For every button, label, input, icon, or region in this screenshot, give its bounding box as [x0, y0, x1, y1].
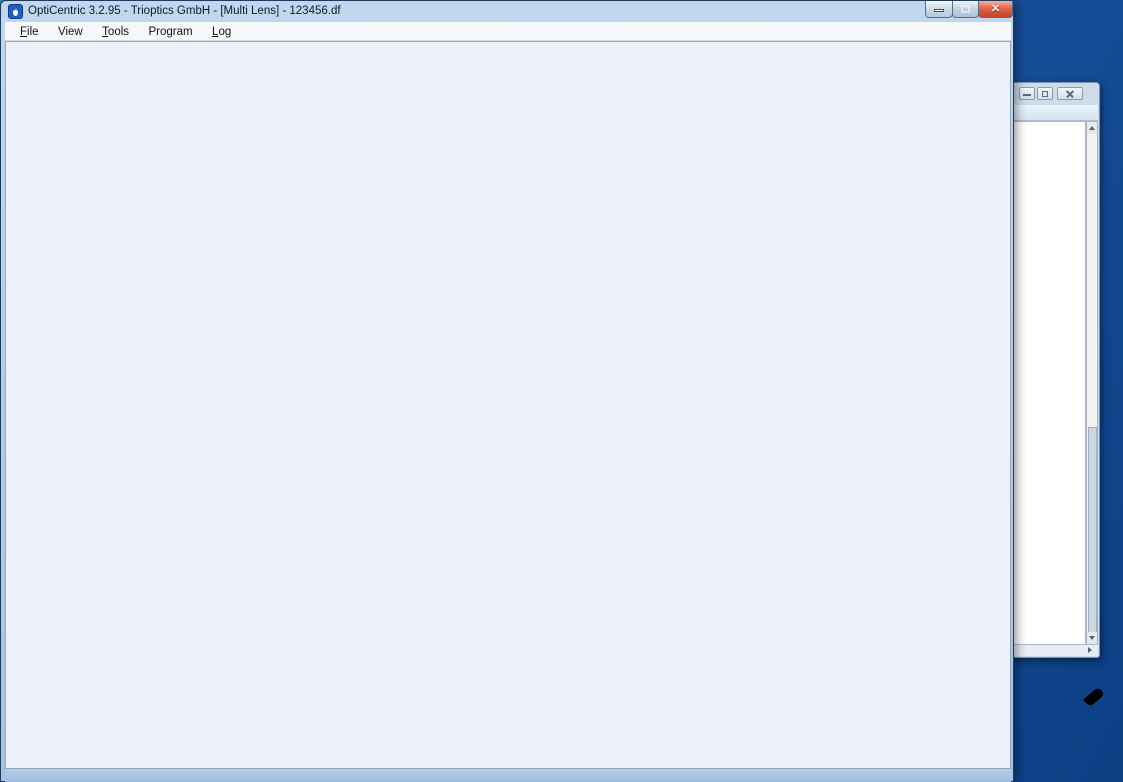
minimize-button[interactable] [925, 1, 953, 18]
minimize-button[interactable] [1019, 87, 1035, 100]
menu-view[interactable]: View [58, 26, 83, 38]
app-icon [8, 4, 23, 19]
scrollbar-thumb[interactable] [1088, 427, 1097, 637]
scroll-up-icon [1089, 126, 1095, 130]
scroll-up-button[interactable] [1087, 122, 1097, 134]
menu-tools[interactable]: Tools [102, 26, 129, 38]
desktop: OptiCentric 3.2.95 - Trioptics GmbH - [M… [0, 0, 1123, 782]
minimize-icon [1023, 94, 1031, 96]
menu-program[interactable]: Program [148, 26, 192, 38]
window-bottom-border [5, 769, 1011, 782]
scroll-right-icon [1088, 647, 1092, 653]
background-window-scrollbar[interactable] [1086, 121, 1098, 645]
maximize-icon [961, 5, 970, 13]
maximize-button[interactable] [1037, 87, 1053, 100]
close-button[interactable]: ✕ [978, 1, 1013, 18]
menu-log[interactable]: Log [212, 26, 231, 38]
minimize-icon [934, 9, 944, 12]
background-window-toolbar [1012, 105, 1098, 121]
maximize-button[interactable] [952, 1, 979, 18]
menu-file[interactable]: File [20, 26, 39, 38]
window-title: OptiCentric 3.2.95 - Trioptics GmbH - [M… [28, 5, 341, 17]
menubar: File View Tools Program Log [5, 22, 1011, 41]
background-window-content [1012, 121, 1086, 645]
scroll-down-icon [1089, 636, 1095, 640]
mouse-cursor [1083, 687, 1105, 708]
thumb-grip-icon [1090, 619, 1096, 624]
client-area [5, 41, 1011, 769]
scroll-down-button[interactable] [1087, 632, 1097, 644]
background-window-hscroll[interactable] [1012, 645, 1098, 656]
background-window[interactable] [1008, 82, 1100, 658]
close-icon: ✕ [979, 2, 1012, 15]
restore-icon [1042, 91, 1048, 97]
background-window-titlebar [1009, 83, 1099, 105]
main-window: OptiCentric 3.2.95 - Trioptics GmbH - [M… [0, 0, 1014, 782]
close-button[interactable] [1057, 87, 1083, 100]
titlebar[interactable]: OptiCentric 3.2.95 - Trioptics GmbH - [M… [1, 1, 1013, 22]
